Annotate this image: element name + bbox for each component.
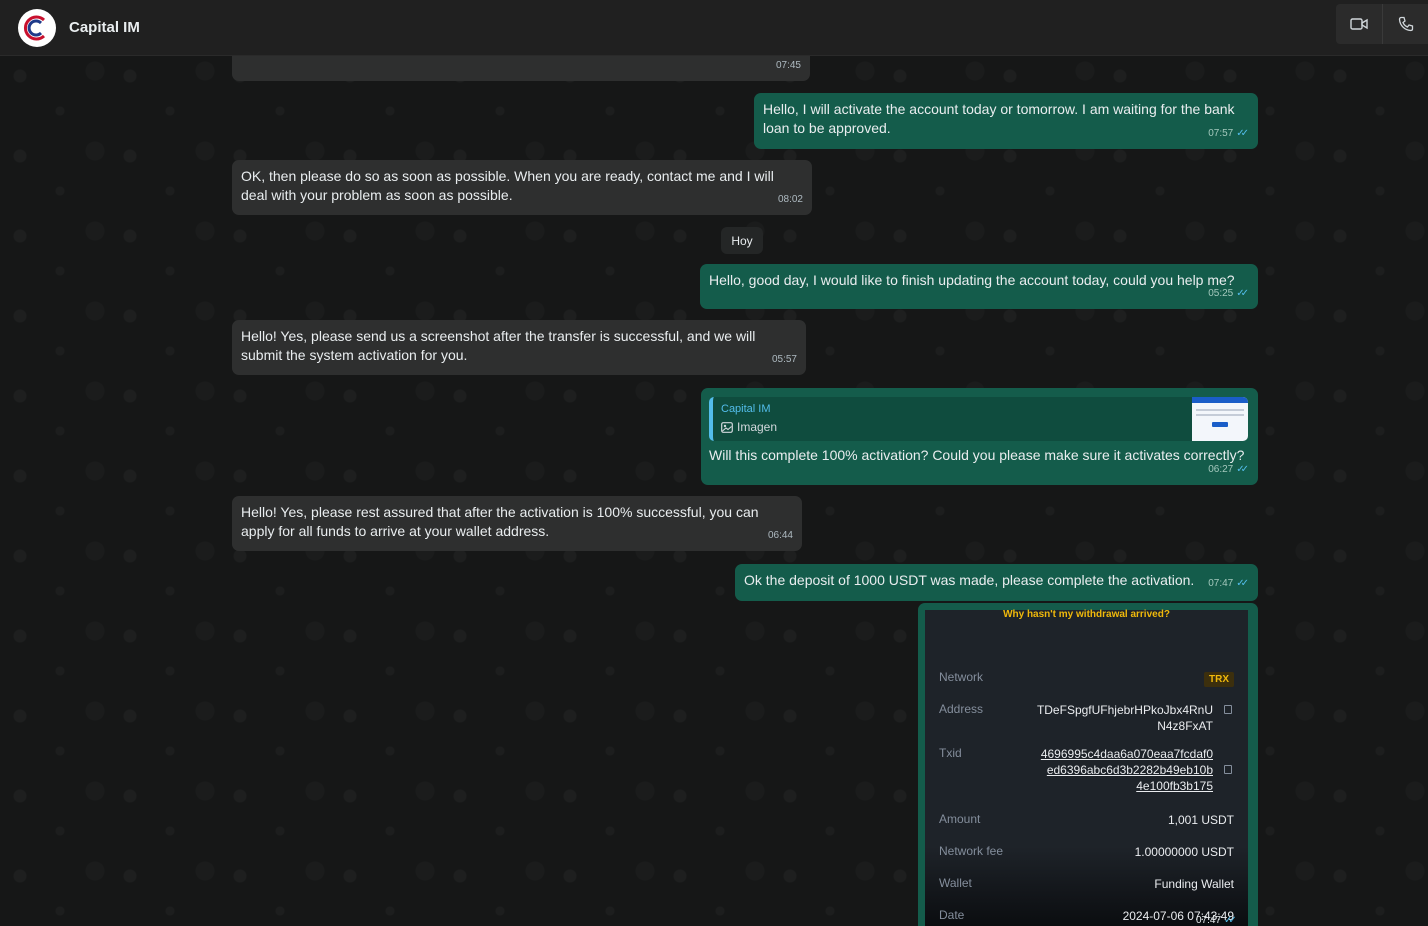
message-outgoing[interactable]: Hello, I will activate the account today… bbox=[754, 93, 1258, 149]
network-label: Network bbox=[939, 670, 984, 684]
message-time: 07:47 ✓✓ bbox=[1196, 916, 1237, 926]
receipt-wallet-row: Wallet Funding Wallet bbox=[939, 876, 1234, 894]
video-call-button[interactable] bbox=[1336, 4, 1382, 44]
contact-avatar[interactable] bbox=[18, 8, 56, 47]
message-text: Will this complete 100% activation? Coul… bbox=[709, 447, 1245, 463]
message-time: 07:47 ✓✓ bbox=[1208, 574, 1249, 593]
quoted-label: Imagen bbox=[737, 420, 778, 434]
date-separator: Hoy bbox=[721, 227, 763, 254]
voice-call-button[interactable] bbox=[1382, 4, 1428, 44]
message-outgoing-reply[interactable]: Capital IM Imagen Will this complete 100… bbox=[701, 388, 1258, 485]
message-time: 08:02 bbox=[777, 194, 803, 205]
message-time: 07:45 bbox=[775, 60, 801, 71]
message-outgoing[interactable]: Ok the deposit of 1000 USDT was made, pl… bbox=[735, 564, 1258, 601]
message-incoming[interactable]: Hello! Yes, please rest assured that aft… bbox=[232, 496, 802, 551]
image-icon bbox=[721, 422, 733, 433]
quoted-message[interactable]: Capital IM Imagen bbox=[709, 397, 1248, 441]
message-time: 05:25 ✓✓ bbox=[1208, 284, 1249, 303]
message-time: 06:27 ✓✓ bbox=[1208, 460, 1249, 479]
receipt-title: Why hasn't my withdrawal arrived? bbox=[1003, 609, 1170, 620]
message-incoming[interactable]: Hello! Yes, please send us a screenshot … bbox=[232, 320, 806, 375]
contact-name[interactable]: Capital IM bbox=[69, 19, 140, 36]
message-text: Hello! Yes, please send us a screenshot … bbox=[241, 328, 756, 363]
quoted-image-thumbnail bbox=[1192, 397, 1248, 441]
read-receipt-icon: ✓✓ bbox=[1224, 915, 1237, 926]
message-text: Ok the deposit of 1000 USDT was made, pl… bbox=[744, 572, 1195, 588]
amount-label: Amount bbox=[939, 812, 981, 826]
phone-call-icon bbox=[1398, 16, 1413, 32]
network-value: TRX bbox=[1204, 670, 1234, 688]
read-receipt-icon: ✓✓ bbox=[1236, 464, 1249, 475]
withdrawal-receipt-image[interactable]: Why hasn't my withdrawal arrived? Networ… bbox=[925, 610, 1248, 926]
message-time: 06:44 bbox=[767, 530, 793, 541]
fee-value: 1.00000000 USDT bbox=[1134, 845, 1234, 859]
message-text: Hello, I will activate the account today… bbox=[763, 101, 1235, 136]
receipt-address-row: Address TDeFSpgfUFhjebrHPkoJbx4RnU N4z8F… bbox=[939, 702, 1234, 736]
chat-header: Capital IM bbox=[0, 0, 1428, 56]
receipt-txid-row: Txid 4696995c4daa6a070eaa7fcdaf0 ed6396a… bbox=[939, 746, 1234, 798]
receipt-fee-row: Network fee 1.00000000 USDT bbox=[939, 844, 1234, 862]
receipt-network-row: Network TRX bbox=[939, 670, 1234, 690]
copy-icon[interactable] bbox=[1224, 765, 1232, 774]
read-receipt-icon: ✓✓ bbox=[1236, 288, 1249, 299]
quoted-sender: Capital IM bbox=[721, 403, 771, 415]
address-label: Address bbox=[939, 702, 984, 716]
message-text: Hello, good day, I would like to finish … bbox=[709, 272, 1235, 288]
video-call-icon bbox=[1350, 18, 1368, 30]
message-outgoing[interactable]: Hello, good day, I would like to finish … bbox=[700, 264, 1258, 309]
date-label: Date bbox=[939, 908, 965, 922]
quoted-content: Imagen bbox=[721, 418, 1240, 437]
message-time: 07:57 ✓✓ bbox=[1208, 124, 1249, 143]
call-actions bbox=[1336, 4, 1428, 44]
fee-label: Network fee bbox=[939, 844, 1004, 858]
wallet-value: Funding Wallet bbox=[1154, 877, 1234, 891]
txid-value[interactable]: 4696995c4daa6a070eaa7fcdaf0 ed6396abc6d3… bbox=[1041, 746, 1213, 794]
copy-icon[interactable] bbox=[1224, 705, 1232, 714]
message-time: 05:57 bbox=[771, 354, 797, 365]
txid-label: Txid bbox=[939, 746, 962, 760]
capital-logo-icon bbox=[24, 15, 46, 40]
read-receipt-icon: ✓✓ bbox=[1236, 578, 1249, 589]
wallet-label: Wallet bbox=[939, 876, 972, 890]
message-incoming[interactable]: OK, then please do so as soon as possibl… bbox=[232, 160, 812, 215]
message-text: Hello! Yes, please rest assured that aft… bbox=[241, 504, 759, 539]
address-value: TDeFSpgfUFhjebrHPkoJbx4RnU N4z8FxAT bbox=[1036, 703, 1213, 733]
amount-value: 1,001 USDT bbox=[1167, 813, 1234, 827]
receipt-date-row: Date 2024-07-06 07:43:49 bbox=[939, 908, 1234, 926]
message-text: OK, then please do so as soon as possibl… bbox=[241, 168, 774, 203]
receipt-amount-row: Amount 1,001 USDT bbox=[939, 812, 1234, 830]
read-receipt-icon: ✓✓ bbox=[1236, 128, 1249, 139]
